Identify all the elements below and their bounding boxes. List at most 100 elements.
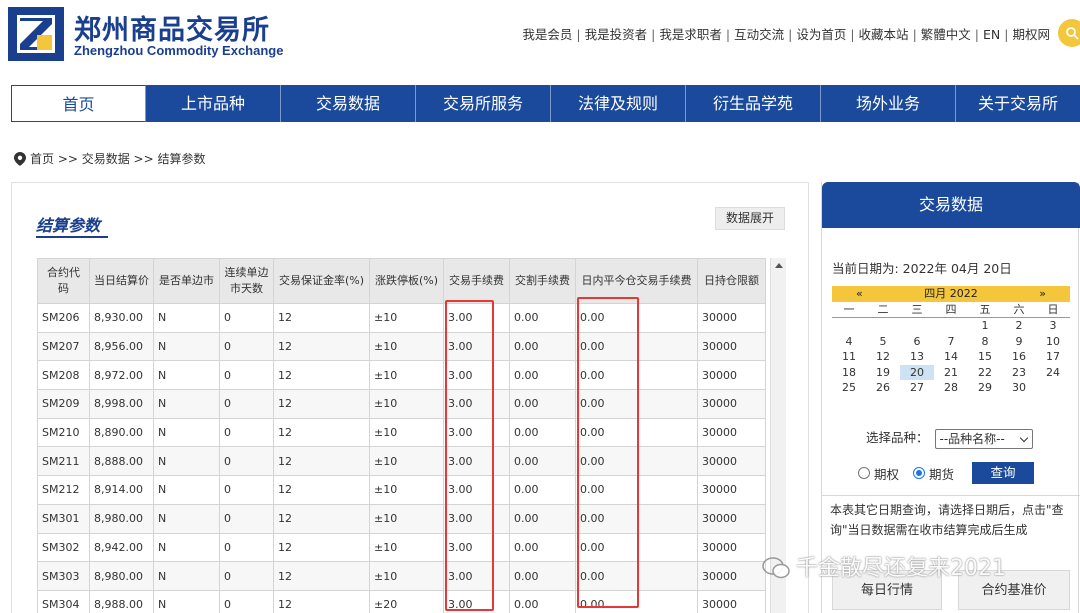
table-cell: 8,972.00 [89, 360, 154, 391]
nav-item[interactable]: 衍生品学苑 [686, 85, 821, 122]
nav-item[interactable]: 场外业务 [821, 85, 956, 122]
query-button[interactable]: 查询 [972, 462, 1035, 484]
location-pin-icon [14, 152, 26, 166]
table-cell: 0 [219, 475, 274, 505]
calendar-day[interactable]: 9 [1002, 334, 1036, 350]
query-note: 本表其它日期查询，请选择日期后，点击"查询"当日数据需在收市结算完成后生成 [822, 495, 1080, 544]
table-cell: 0.00 [509, 589, 576, 613]
table-cell: N [153, 532, 220, 563]
calendar-day[interactable]: 1 [968, 318, 1002, 334]
radio-option-label[interactable]: 期权 [874, 464, 899, 483]
table-cell: 0.00 [509, 389, 576, 419]
top-link[interactable]: EN [983, 27, 1000, 42]
search-button[interactable] [1058, 19, 1080, 47]
calendar-day[interactable]: 4 [832, 334, 866, 350]
calendar-next-button[interactable]: » [1039, 286, 1046, 302]
scroll-up-icon[interactable] [775, 263, 783, 268]
nav-item[interactable]: 关于交易所 [956, 85, 1080, 122]
calendar-day[interactable]: 10 [1036, 334, 1070, 350]
weekday-label: 二 [877, 303, 889, 316]
table-cell: ±10 [369, 532, 444, 563]
calendar-day[interactable]: 3 [1036, 318, 1070, 334]
table-cell: ±10 [369, 503, 444, 534]
search-icon [1066, 27, 1079, 40]
nav-item[interactable]: 交易所服务 [416, 85, 551, 122]
table-row: SM302 8,942.00 N 0 12 ±10 3.00 0.00 0.00 30000 [37, 532, 766, 563]
table-cell: N [153, 503, 220, 534]
calendar-day[interactable]: 5 [866, 334, 900, 350]
table-cell: 0 [219, 503, 274, 534]
table-cell: 0.00 [509, 503, 576, 534]
table-cell: 0 [219, 360, 274, 391]
calendar-day[interactable]: 18 [832, 365, 866, 381]
calendar-day[interactable]: 26 [866, 380, 900, 396]
top-links: 我是会员 | 我是投资者 | 我是求职者 | 互动交流 | 设为首页 | 收藏本站 | 繁體中文 | EN |… [522, 24, 1050, 43]
top-link[interactable]: 繁體中文 [921, 27, 971, 42]
radio-futures-label[interactable]: 期货 [929, 464, 954, 483]
column-header: 合约代码 [37, 258, 90, 304]
table-cell: ±10 [369, 417, 444, 448]
highlight-box-trade-fee [445, 300, 494, 611]
calendar-day[interactable]: 22 [968, 365, 1002, 381]
table-cell: 30000 [697, 561, 766, 591]
calendar-day[interactable]: 13 [900, 349, 934, 365]
calendar-day[interactable]: 30 [1002, 380, 1036, 396]
breadcrumb-text[interactable]: 首页 >> 交易数据 >> 结算参数 [30, 152, 205, 166]
calendar-day[interactable]: 27 [900, 380, 934, 396]
top-link[interactable]: 我是求职者 [659, 27, 722, 42]
calendar-day[interactable]: 7 [934, 334, 968, 350]
table-cell: 30000 [697, 446, 766, 477]
table-cell: 30000 [697, 475, 766, 505]
radio-futures[interactable] [913, 467, 926, 479]
calendar-day[interactable]: 2 [1002, 318, 1036, 334]
calendar-day[interactable]: 21 [934, 365, 968, 381]
calendar-prev-button[interactable]: « [856, 286, 863, 302]
calendar-day[interactable]: 8 [968, 334, 1002, 350]
table-cell: N [153, 389, 220, 419]
variety-select[interactable]: --品种名称-- [934, 428, 1033, 449]
expand-data-button[interactable]: 数据展开 [715, 207, 785, 230]
calendar-day[interactable]: 29 [968, 380, 1002, 396]
link-separator: | [912, 27, 917, 42]
calendar-blank [866, 318, 900, 334]
table-cell: 0.00 [509, 561, 576, 591]
table-cell: 12 [273, 303, 370, 333]
nav-item[interactable]: 法律及规则 [551, 85, 686, 122]
calendar-day[interactable]: 24 [1036, 365, 1070, 381]
logo-mark[interactable] [8, 7, 64, 61]
radio-option[interactable] [858, 467, 870, 479]
nav-item[interactable]: 交易数据 [281, 85, 416, 122]
nav-item[interactable]: 上市品种 [146, 85, 281, 122]
table-cell: 30000 [697, 503, 766, 534]
top-link[interactable]: 期权网 [1012, 27, 1050, 42]
top-link[interactable]: 我是会员 [522, 27, 572, 42]
calendar-day[interactable]: 23 [1002, 365, 1036, 381]
page-title: 结算参数 [36, 216, 101, 235]
top-link[interactable]: 互动交流 [734, 27, 784, 42]
calendar-day[interactable]: 17 [1036, 349, 1070, 365]
table-cell: 30000 [697, 389, 766, 419]
calendar-blank [900, 318, 934, 334]
variety-select-label: 选择品种： [866, 430, 929, 445]
calendar-day[interactable]: 28 [934, 380, 968, 396]
table-cell: SM301 [37, 503, 90, 534]
settlement-table: 合约代码 当日结算价 是否单边市 连续单边市天数 交易保证金率(%) 涨跌停板(%) 交易手… [37, 258, 766, 613]
calendar-day[interactable]: 12 [866, 349, 900, 365]
nav-item[interactable]: 首页 [11, 85, 146, 122]
calendar-day[interactable]: 19 [866, 365, 900, 381]
calendar-day[interactable]: 6 [900, 334, 934, 350]
top-link[interactable]: 设为首页 [796, 27, 846, 42]
column-header: 是否单边市 [153, 258, 220, 304]
calendar-day[interactable]: 20 [900, 364, 934, 380]
calendar-day[interactable]: 15 [968, 349, 1002, 365]
top-link[interactable]: 收藏本站 [859, 27, 909, 42]
calendar-day[interactable]: 25 [832, 380, 866, 396]
logo-title[interactable]: 郑州商品交易所 [74, 8, 270, 47]
table-cell: N [153, 561, 220, 591]
top-link[interactable]: 我是投资者 [585, 27, 648, 42]
table-cell: 0.00 [509, 360, 576, 391]
variety-select-row: 选择品种： --品种名称-- [866, 427, 1033, 449]
calendar-day[interactable]: 16 [1002, 349, 1036, 365]
calendar-day[interactable]: 14 [934, 349, 968, 365]
calendar-day[interactable]: 11 [832, 349, 866, 365]
